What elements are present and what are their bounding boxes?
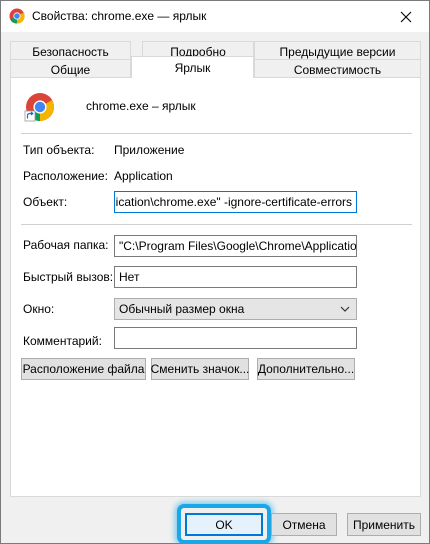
open-file-location-button[interactable]: Расположение файла <box>21 358 146 380</box>
comment-label: Комментарий: <box>23 334 102 348</box>
ok-button[interactable]: OK <box>185 513 263 536</box>
tab-shortcut[interactable]: Ярлык <box>131 56 254 78</box>
advanced-button[interactable]: Дополнительно... <box>257 358 355 380</box>
target-input[interactable]: \Application\chrome.exe" -ignore-certifi… <box>114 191 357 213</box>
hotkey-input[interactable]: Нет <box>114 266 357 288</box>
chevron-down-icon <box>340 306 350 312</box>
tab-general[interactable]: Общие <box>10 59 131 79</box>
target-input-text: \Application\chrome.exe" -ignore-certifi… <box>114 195 352 209</box>
tab-compatibility[interactable]: Совместимость <box>254 59 421 79</box>
title-bar: Свойства: chrome.exe — ярлык <box>1 1 429 32</box>
tab-previous-versions[interactable]: Предыдущие версии <box>254 41 421 61</box>
run-select-value: Обычный размер окна <box>119 302 245 316</box>
chrome-shortcut-icon <box>24 91 56 123</box>
run-select[interactable]: Обычный размер окна <box>114 298 357 320</box>
divider-top <box>21 133 412 134</box>
cancel-button[interactable]: Отмена <box>271 513 337 536</box>
location-label: Расположение: <box>23 169 108 183</box>
shortcut-file-name: chrome.exe – ярлык <box>86 99 196 113</box>
hotkey-label: Быстрый вызов: <box>23 270 114 284</box>
window-title: Свойства: chrome.exe — ярлык <box>32 9 207 23</box>
start-in-input[interactable]: "C:\Program Files\Google\Chrome\Applicat… <box>114 235 357 257</box>
apply-button[interactable]: Применить <box>347 513 421 536</box>
shortcut-panel: chrome.exe – ярлык Тип объекта: Приложен… <box>10 77 421 497</box>
type-value: Приложение <box>114 143 185 157</box>
target-label: Объект: <box>23 195 68 209</box>
change-icon-button[interactable]: Сменить значок... <box>151 358 249 380</box>
close-button[interactable] <box>383 1 429 32</box>
divider-middle <box>21 224 412 225</box>
location-value: Application <box>114 169 173 183</box>
start-in-label: Рабочая папка: <box>23 238 109 252</box>
run-label: Окно: <box>23 302 55 316</box>
tab-security[interactable]: Безопасность <box>10 41 131 61</box>
comment-input[interactable] <box>114 327 357 349</box>
chrome-icon <box>9 8 25 24</box>
properties-window: Свойства: chrome.exe — ярлык Безопасност… <box>0 0 430 544</box>
close-icon <box>400 11 412 22</box>
type-label: Тип объекта: <box>23 143 95 157</box>
